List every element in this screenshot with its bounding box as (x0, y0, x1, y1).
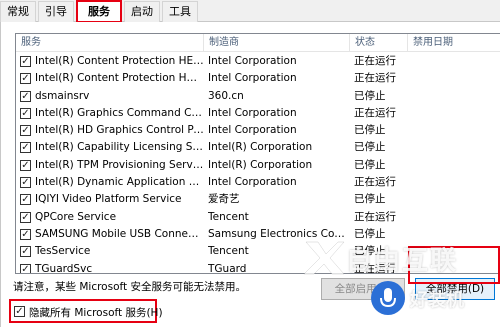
disable-all-button[interactable]: 全部禁用(D) (415, 278, 495, 300)
service-checkbox[interactable]: ✓ (20, 142, 31, 154)
list-header: 服务 制造商 状态 禁用日期 (16, 34, 500, 52)
service-maker: Intel Corporation (208, 124, 297, 137)
service-checkbox[interactable]: ✓ (20, 246, 31, 258)
service-status: 正在运行 (354, 72, 396, 85)
service-checkbox[interactable]: ✓ (20, 159, 31, 171)
service-name: Intel(R) Dynamic Application Loa... (35, 176, 204, 189)
service-maker: Intel Corporation (208, 176, 297, 189)
table-row[interactable]: ✓ TesService Tencent 已停止 (16, 243, 500, 260)
service-name: Intel(R) Graphics Command Cent... (35, 106, 204, 119)
service-maker: Intel(R) Corporation (208, 141, 313, 154)
service-status: 已停止 (354, 89, 386, 102)
service-name: TGuardSvc (35, 262, 93, 274)
column-header-status[interactable]: 状态 (350, 34, 408, 52)
service-maker: Tencent (208, 210, 249, 223)
tab-general[interactable]: 常规 (0, 1, 36, 22)
service-name: Intel(R) Content Protection HECI ... (35, 55, 204, 67)
service-name: Intel(R) Content Protection HDCP... (35, 72, 204, 85)
service-checkbox[interactable]: ✓ (20, 211, 31, 223)
service-name: Intel(R) HD Graphics Control Pan... (35, 124, 204, 137)
table-row[interactable]: ✓ dsmainsrv 360.cn 已停止 (16, 88, 500, 105)
service-status: 已停止 (354, 227, 386, 240)
service-name: QPCore Service (35, 210, 117, 223)
service-name: Intel(R) Capability Licensing Servi... (35, 141, 204, 154)
tab-bar: 常规 引导 服务 启动 工具 (0, 0, 500, 23)
table-row[interactable]: ✓ SAMSUNG Mobile USB Connecti... Samsung E… (16, 226, 500, 243)
tab-tools[interactable]: 工具 (162, 1, 198, 22)
service-name: IQIYI Video Platform Service (35, 193, 182, 206)
table-row[interactable]: ✓ Intel(R) Dynamic Application Loa... Inte… (16, 174, 500, 191)
column-header-service[interactable]: 服务 (16, 34, 204, 52)
enable-all-button[interactable]: 全部启用(E) (321, 278, 405, 300)
service-checkbox[interactable]: ✓ (20, 56, 31, 67)
service-status: 已停止 (354, 141, 386, 154)
service-checkbox[interactable]: ✓ (20, 90, 31, 102)
service-checkbox[interactable]: ✓ (20, 73, 31, 85)
table-row[interactable]: ✓ Intel(R) TPM Provisioning Service Intel(… (16, 157, 500, 174)
table-row[interactable]: ✓ Intel(R) HD Graphics Control Pan... Inte… (16, 122, 500, 139)
service-checkbox[interactable]: ✓ (20, 125, 31, 137)
table-row[interactable]: ✓ IQIYI Video Platform Service 爱奇艺 已停止 (16, 191, 500, 208)
service-checkbox[interactable]: ✓ (20, 177, 31, 189)
tab-boot[interactable]: 引导 (38, 1, 74, 22)
service-maker: 爱奇艺 (208, 193, 240, 206)
table-row[interactable]: ✓ Intel(R) Capability Licensing Servi... I… (16, 139, 500, 156)
hide-microsoft-services-label: 隐藏所有 Microsoft 服务(H) (29, 307, 163, 319)
hide-microsoft-services-option[interactable]: ✓ 隐藏所有 Microsoft 服务(H) (9, 299, 163, 323)
service-status: 已停止 (354, 193, 386, 206)
service-status: 正在运行 (354, 210, 396, 223)
service-name: SAMSUNG Mobile USB Connecti... (35, 227, 204, 240)
list-rows: ✓ Intel(R) Content Protection HECI ... Int… (16, 53, 500, 274)
service-checkbox[interactable]: ✓ (20, 194, 31, 206)
service-maker: Samsung Electronics Co., Ltd. (208, 227, 348, 240)
service-maker: TGuard (208, 262, 247, 274)
service-status: 正在运行 (354, 262, 396, 274)
table-row[interactable]: ✓ QPCore Service Tencent 正在运行 (16, 209, 500, 226)
service-maker: Intel Corporation (208, 106, 297, 119)
hide-microsoft-services-checkbox[interactable]: ✓ (14, 306, 25, 317)
tab-services[interactable]: 服务 (76, 0, 122, 23)
service-maker: Intel Corporation (208, 72, 297, 85)
services-list[interactable]: 服务 制造商 状态 禁用日期 ✓ Intel(R) Content Protect… (15, 33, 500, 274)
service-checkbox[interactable]: ✓ (20, 228, 31, 240)
service-status: 正在运行 (354, 176, 396, 189)
column-header-disabled-date[interactable]: 禁用日期 (408, 34, 500, 52)
service-status: 已停止 (354, 158, 386, 171)
security-note: 请注意，某些 Microsoft 安全服务可能无法禁用。 (13, 281, 246, 293)
service-name: dsmainsrv (35, 89, 90, 102)
service-status: 正在运行 (354, 106, 396, 119)
table-row[interactable]: ✓ Intel(R) Graphics Command Cent... Intel … (16, 105, 500, 122)
service-status: 已停止 (354, 124, 386, 137)
table-row[interactable]: ✓ Intel(R) Content Protection HDCP... Inte… (16, 70, 500, 87)
service-maker: Intel Corporation (208, 55, 297, 67)
service-maker: Tencent (208, 245, 249, 258)
service-status: 正在运行 (354, 55, 396, 67)
service-checkbox[interactable]: ✓ (20, 107, 31, 119)
service-name: TesService (35, 245, 91, 258)
table-row[interactable]: ✓ TGuardSvc TGuard 正在运行 (16, 261, 500, 274)
service-maker: 360.cn (208, 89, 244, 102)
service-checkbox[interactable]: ✓ (20, 263, 31, 273)
table-row[interactable]: ✓ Intel(R) Content Protection HECI ... Int… (16, 53, 500, 70)
service-maker: Intel(R) Corporation (208, 158, 313, 171)
services-panel: 服务 制造商 状态 禁用日期 ✓ Intel(R) Content Protect… (0, 22, 500, 327)
service-name: Intel(R) TPM Provisioning Service (35, 158, 204, 171)
column-header-maker[interactable]: 制造商 (204, 34, 350, 52)
service-status: 已停止 (354, 245, 386, 258)
tab-startup[interactable]: 启动 (124, 1, 160, 22)
